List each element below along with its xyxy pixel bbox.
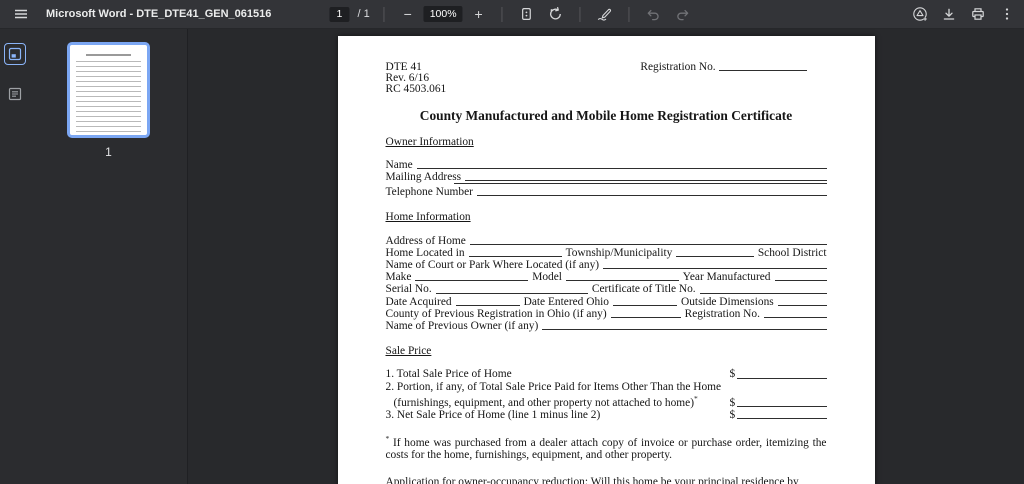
rotate-icon [550,6,561,20]
blank-line [676,256,754,258]
page-count-label: / 1 [357,8,370,20]
blank-line [435,292,588,294]
more-options-icon [1005,8,1009,20]
blank-line [542,329,827,331]
make-model-year-field: Make Model Year Manufactured [386,271,827,283]
blank-line [469,243,827,245]
blank-line [465,180,827,182]
blank-line [610,317,681,319]
toolbar-separator [383,6,385,22]
dates-dimensions-field: Date Acquired Date Entered Ohio Outside … [386,296,827,308]
page-number-input[interactable] [329,6,350,22]
previous-registration-field: County of Previous Registration in Ohio … [386,308,827,320]
zoom-in-button[interactable]: + [468,3,490,25]
document-outline-icon [8,87,22,101]
hamburger-menu-icon [15,9,27,19]
redo-button[interactable] [671,2,695,26]
mailing-address-field: Mailing Address [386,171,827,183]
toolbar-separator [628,6,630,22]
blank-line [415,280,529,282]
blank-line [453,183,827,185]
home-located-field: Home Located in Township/Municipality Sc… [385,246,827,259]
zoom-level[interactable]: 100% [423,6,463,22]
undo-icon [647,9,659,21]
blank-line [699,292,827,294]
blank-line [476,195,827,197]
viewer-area[interactable]: DTE 41 Rev. 6/16 RC 4503.061 Registratio… [188,29,1024,484]
page-thumbnail[interactable] [67,42,150,138]
home-address-field: Address of Home [386,235,827,247]
blank-line [777,304,827,306]
toolbar-separator [501,6,503,22]
annotate-pen-icon [597,8,612,21]
telephone-field: Telephone Number [386,186,827,198]
fit-to-page-icon [522,7,531,21]
blank-line [737,377,827,379]
acrobat-extension-icon [912,6,927,21]
pdf-toolbar: Microsoft Word - DTE_DTE41_GEN_061516 / … [0,0,1024,29]
rotate-button[interactable] [544,2,568,26]
dealer-footnote: * If home was purchased from a dealer at… [385,434,827,462]
thumbnails-view-button[interactable] [4,43,26,65]
dollar-sign: $ [729,396,736,409]
blank-line [416,168,827,170]
form-meta: DTE 41 Rev. 6/16 RC 4503.061 [385,61,447,96]
blank-line [718,70,807,72]
blank-line [774,280,827,282]
sidebar: 1 [0,29,188,484]
thumbnail-preview [85,54,132,56]
sale-line-3: 3. Net Sale Price of Home (line 1 minus … [386,409,827,421]
registration-no-field: Registration No. [640,61,807,73]
thumbnail-page-number: 1 [105,145,112,159]
sale-line-2a: 2. Portion, if any, of Total Sale Price … [385,380,722,393]
document-outline-button[interactable] [4,83,26,105]
fit-to-page-button[interactable] [515,2,539,26]
blank-line [613,304,678,306]
thumbnail-panel: 1 [30,29,187,484]
menu-button[interactable] [9,2,33,26]
blank-line [455,304,520,306]
download-icon [943,8,955,20]
blank-line [737,405,827,407]
dollar-sign: $ [729,368,736,381]
document-title: Microsoft Word - DTE_DTE41_GEN_061516 [46,8,272,20]
blank-line [763,317,827,319]
print-button[interactable] [966,2,990,26]
serial-title-field: Serial No. Certificate of Title No. [386,283,827,295]
court-park-field: Name of Court or Park Where Located (if … [386,259,827,271]
document-page: DTE 41 Rev. 6/16 RC 4503.061 Registratio… [337,36,875,484]
home-section-heading: Home Information [385,211,471,224]
redo-icon [677,9,689,21]
more-options-button[interactable] [995,2,1019,26]
download-button[interactable] [937,2,961,26]
dollar-sign: $ [729,408,736,421]
blank-line [737,418,827,420]
acrobat-extension-button[interactable] [908,2,932,26]
zoom-out-button[interactable]: − [397,3,419,25]
name-field: Name [386,159,827,171]
previous-owner-field: Name of Previous Owner (if any) [386,320,827,332]
footnote-marker: * [694,393,698,403]
sale-section-heading: Sale Price [385,345,432,358]
annotate-button[interactable] [593,2,617,26]
owner-section-heading: Owner Information [385,135,474,148]
form-title: County Manufactured and Mobile Home Regi… [419,107,793,123]
undo-button[interactable] [642,2,666,26]
thumbnails-view-icon [8,47,22,61]
print-icon [972,8,984,20]
sale-line-1: 1. Total Sale Price of Home $ [386,368,827,380]
blank-line [565,280,679,282]
toolbar-separator [579,6,581,22]
owner-occupancy-line: Application for owner-occupancy reductio… [385,476,799,484]
blank-line [603,268,827,270]
blank-line [468,256,562,258]
sale-line-2b: (furnishings, equipment, and other prope… [386,393,827,409]
